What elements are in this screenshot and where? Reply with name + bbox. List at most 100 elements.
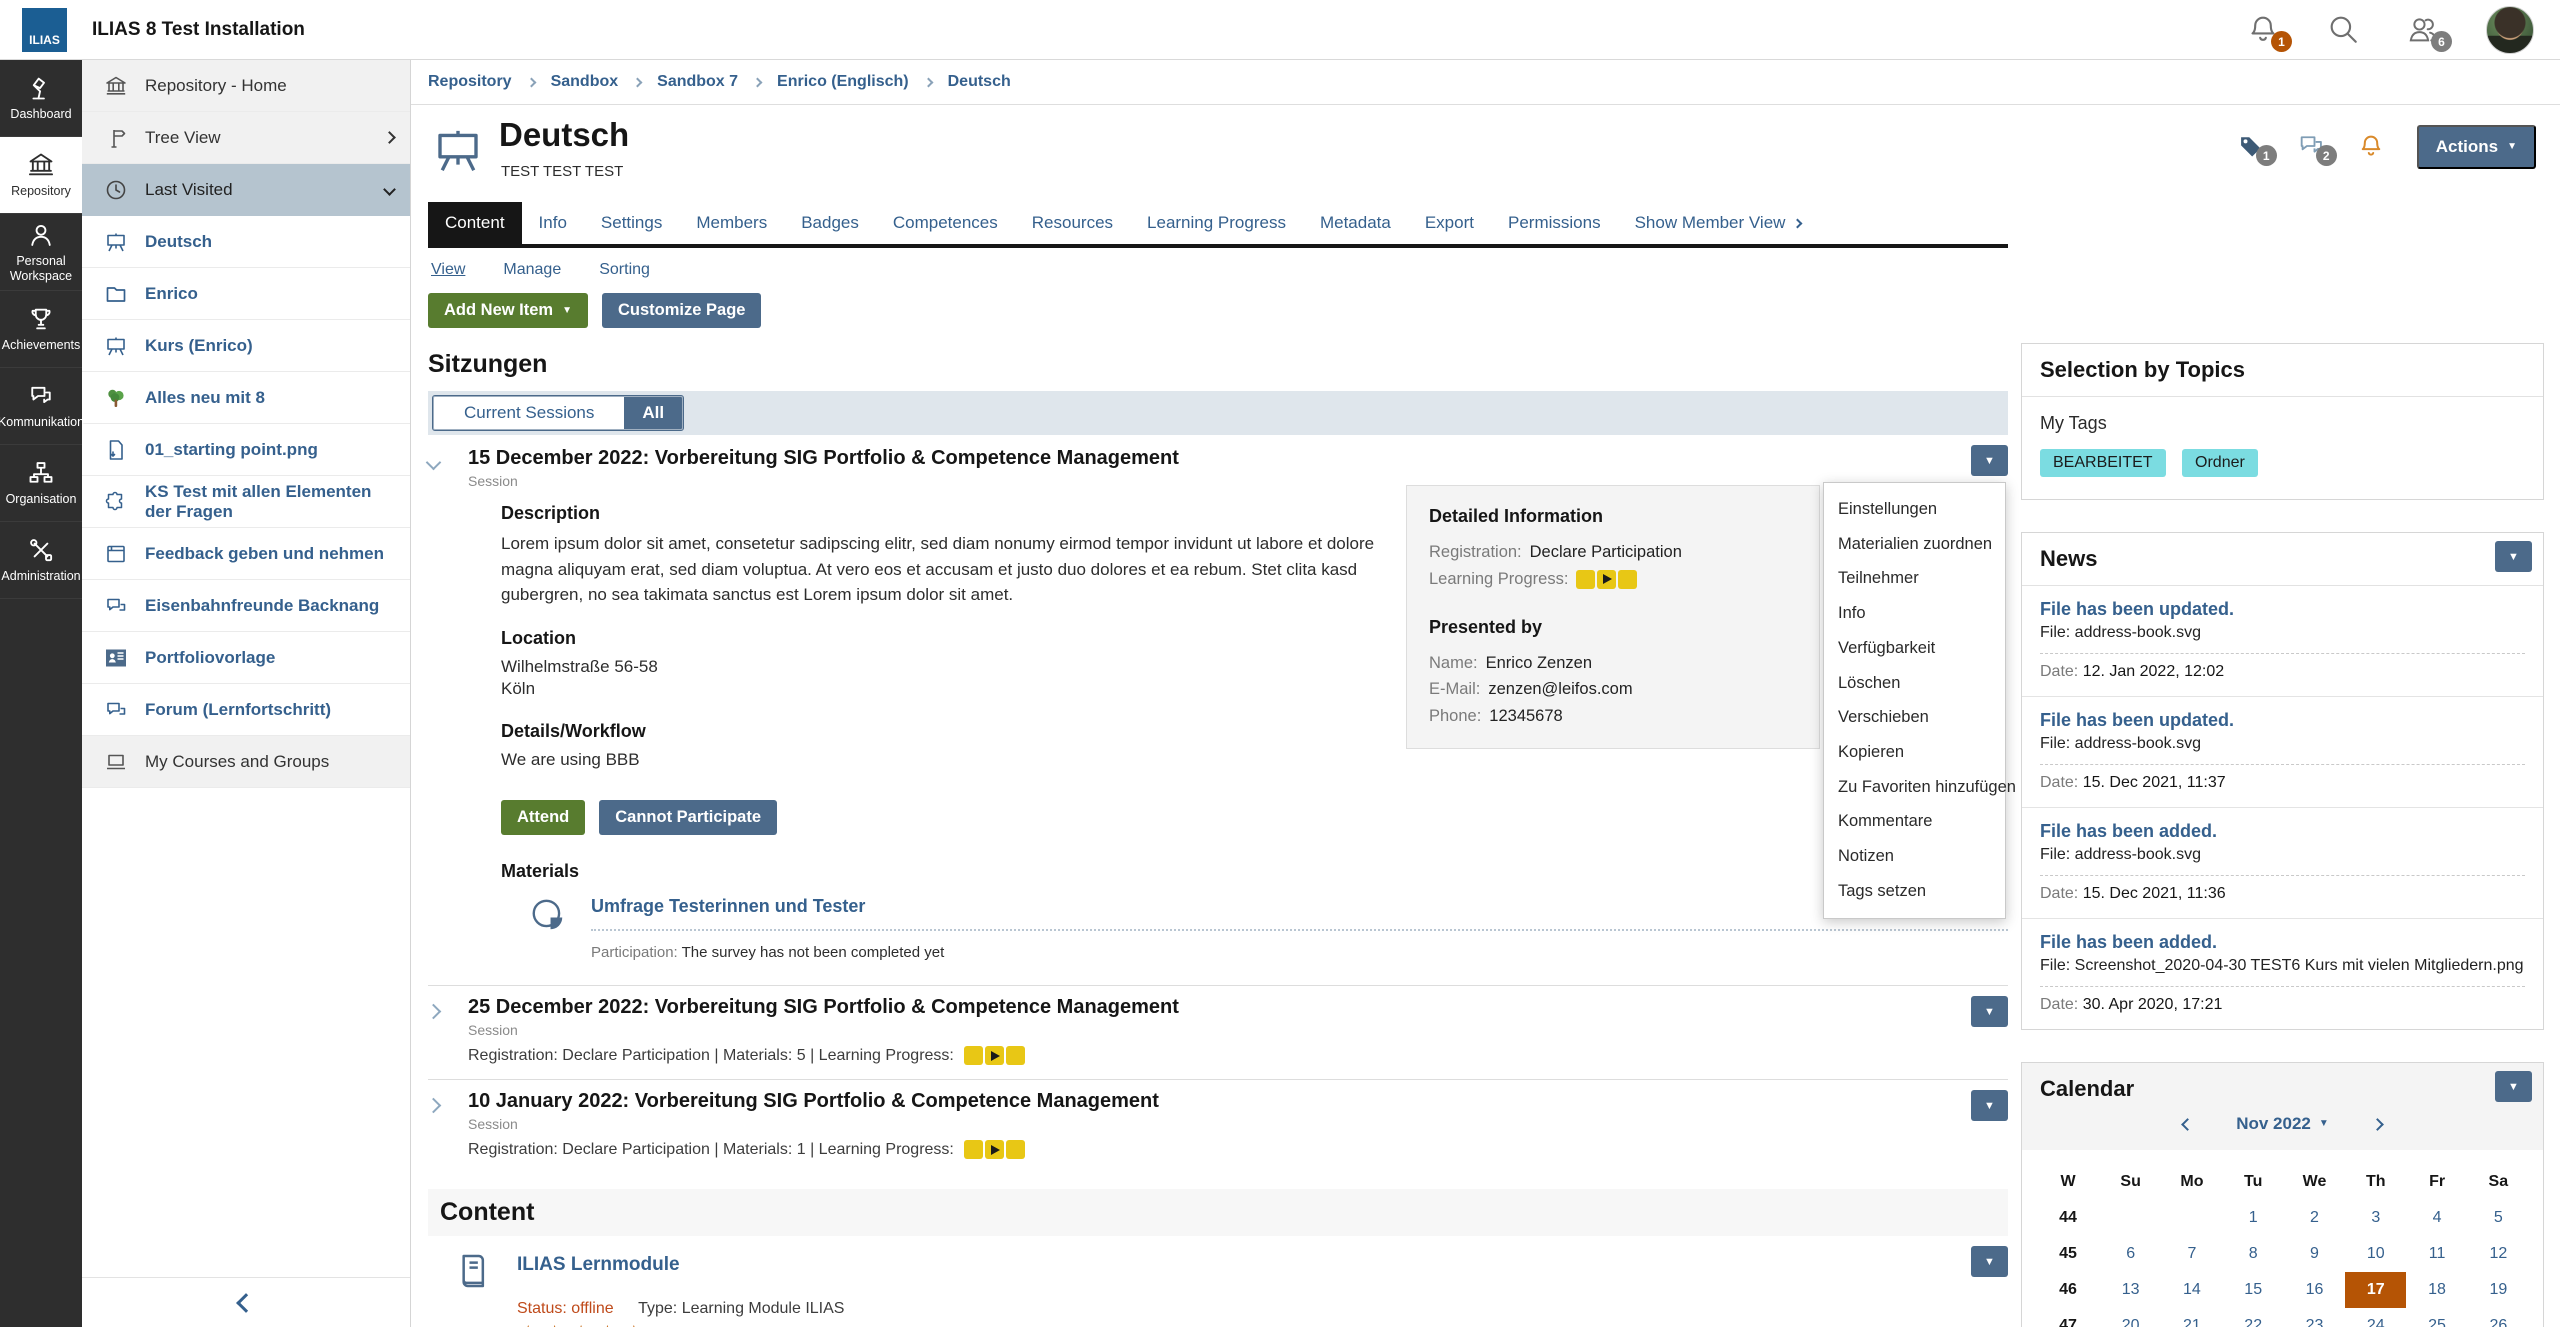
calendar-day[interactable]: 13 <box>2100 1272 2161 1308</box>
sidebar-item-last-visited[interactable]: Last Visited <box>82 164 410 216</box>
cannot-participate-button[interactable]: Cannot Participate <box>599 800 777 835</box>
calendar-day[interactable]: 16 <box>2284 1272 2345 1308</box>
menu-item-zu-favoriten[interactable]: Zu Favoriten hinzufügen <box>1824 770 2005 805</box>
menu-item-einstellungen[interactable]: Einstellungen <box>1824 492 2005 527</box>
calendar-day[interactable]: 3 <box>2345 1200 2406 1236</box>
calendar-day[interactable]: 24 <box>2345 1308 2406 1327</box>
calendar-day[interactable]: 20 <box>2100 1308 2161 1327</box>
customize-page-button[interactable]: Customize Page <box>602 293 761 328</box>
subtab-view[interactable]: View <box>431 261 465 279</box>
tab-show-member-view[interactable]: Show Member View <box>1618 202 1819 244</box>
content-item-link[interactable]: ILIAS Lernmodule <box>517 1254 680 1276</box>
calendar-day[interactable] <box>2161 1200 2222 1236</box>
ilias-logo[interactable]: ILIAS <box>22 8 67 52</box>
sidebar-item-alles-neu-mit-8[interactable]: Alles neu mit 8 <box>82 372 410 424</box>
subtab-sorting[interactable]: Sorting <box>599 261 650 279</box>
sidebar-collapse-button[interactable] <box>82 1277 410 1327</box>
sidebar-item-enrico[interactable]: Enrico <box>82 268 410 320</box>
calendar-day[interactable]: 1 <box>2223 1200 2284 1236</box>
menu-item-notizen[interactable]: Notizen <box>1824 839 2005 874</box>
tab-badges[interactable]: Badges <box>784 202 876 244</box>
breadcrumb-item[interactable]: Sandbox 7 <box>657 73 738 91</box>
calendar-day[interactable]: 4 <box>2406 1200 2467 1236</box>
calendar-day[interactable]: 25 <box>2406 1308 2467 1327</box>
calendar-day[interactable]: 22 <box>2223 1308 2284 1327</box>
actions-button[interactable]: Actions ▼ <box>2417 125 2536 169</box>
attend-button[interactable]: Attend <box>501 800 585 835</box>
expand-chevron-icon[interactable] <box>428 1098 440 1159</box>
expand-chevron-icon[interactable] <box>428 1004 440 1065</box>
tags-icon[interactable]: 1 <box>2237 132 2267 162</box>
calendar-dropdown-button[interactable]: ▼ <box>2495 1071 2532 1102</box>
month-picker[interactable]: Nov 2022 ▼ <box>2236 1114 2329 1134</box>
news-title-link[interactable]: File has been updated. <box>2040 710 2525 731</box>
breadcrumb-item[interactable]: Enrico (Englisch) <box>777 73 909 91</box>
rating-stars[interactable]: ☆☆☆☆☆ <box>517 1320 2008 1327</box>
filter-all[interactable]: All <box>624 397 682 429</box>
breadcrumb-item[interactable]: Repository <box>428 73 512 91</box>
subtab-manage[interactable]: Manage <box>503 261 561 279</box>
rail-item-achievements[interactable]: Achievements <box>0 291 82 368</box>
sidebar-item-deutsch[interactable]: Deutsch <box>82 216 410 268</box>
sidebar-item-forum-lernfortschritt[interactable]: Forum (Lernfortschritt) <box>82 684 410 736</box>
filter-current-sessions[interactable]: Current Sessions <box>434 397 624 429</box>
sidebar-item-ks-test[interactable]: KS Test mit allen Elementen der Fragen <box>82 476 410 528</box>
rail-item-administration[interactable]: Administration <box>0 522 82 599</box>
rail-item-repository[interactable]: Repository <box>0 137 82 214</box>
session-actions-dropdown-button[interactable]: ▼ <box>1971 1090 2008 1121</box>
rail-item-personal-workspace[interactable]: Personal Workspace <box>0 214 82 291</box>
news-title-link[interactable]: File has been added. <box>2040 932 2525 953</box>
calendar-day[interactable]: 14 <box>2161 1272 2222 1308</box>
session-actions-dropdown-button[interactable]: ▼ <box>1971 996 2008 1027</box>
previous-month-button[interactable] <box>2183 1114 2192 1134</box>
calendar-day[interactable]: 7 <box>2161 1236 2222 1272</box>
calendar-day-selected[interactable]: 17 <box>2345 1272 2406 1308</box>
sidebar-item-portfoliovorlage[interactable]: Portfoliovorlage <box>82 632 410 684</box>
tag-chip-bearbeitet[interactable]: BEARBEITET <box>2040 449 2166 477</box>
tab-metadata[interactable]: Metadata <box>1303 202 1408 244</box>
calendar-day[interactable]: 9 <box>2284 1236 2345 1272</box>
sidebar-item-starting-point-file[interactable]: 01_starting point.png <box>82 424 410 476</box>
breadcrumb-item[interactable]: Sandbox <box>551 73 619 91</box>
rail-item-kommunikation[interactable]: Kommunikation <box>0 368 82 445</box>
sidebar-item-repository-home[interactable]: Repository - Home <box>82 60 410 112</box>
calendar-day[interactable] <box>2100 1200 2161 1236</box>
notification-bell-icon[interactable] <box>2357 132 2387 162</box>
menu-item-info[interactable]: Info <box>1824 596 2005 631</box>
tab-permissions[interactable]: Permissions <box>1491 202 1618 244</box>
menu-item-verschieben[interactable]: Verschieben <box>1824 700 2005 735</box>
item-actions-dropdown-button[interactable]: ▼ <box>1971 1246 2008 1277</box>
notifications-bell-icon[interactable]: 1 <box>2246 12 2282 48</box>
news-dropdown-button[interactable]: ▼ <box>2495 541 2532 572</box>
sidebar-item-my-courses-and-groups[interactable]: My Courses and Groups <box>82 736 410 788</box>
calendar-day[interactable]: 19 <box>2468 1272 2529 1308</box>
menu-item-verfuegbarkeit[interactable]: Verfügbarkeit <box>1824 631 2005 666</box>
next-month-button[interactable] <box>2373 1114 2382 1134</box>
calendar-day[interactable]: 2 <box>2284 1200 2345 1236</box>
menu-item-materialien-zuordnen[interactable]: Materialien zuordnen <box>1824 527 2005 562</box>
news-title-link[interactable]: File has been added. <box>2040 821 2525 842</box>
tab-content[interactable]: Content <box>428 202 522 244</box>
sidebar-item-feedback[interactable]: Feedback geben und nehmen <box>82 528 410 580</box>
calendar-day[interactable]: 23 <box>2284 1308 2345 1327</box>
news-title-link[interactable]: File has been updated. <box>2040 599 2525 620</box>
menu-item-kopieren[interactable]: Kopieren <box>1824 735 2005 770</box>
rail-item-dashboard[interactable]: Dashboard <box>0 60 82 137</box>
search-icon[interactable] <box>2326 12 2362 48</box>
session-title-link[interactable]: 10 January 2022: Vorbereitung SIG Portfo… <box>468 1090 1159 1113</box>
menu-item-kommentare[interactable]: Kommentare <box>1824 804 2005 839</box>
calendar-day[interactable]: 6 <box>2100 1236 2161 1272</box>
menu-item-loeschen[interactable]: Löschen <box>1824 666 2005 701</box>
calendar-day[interactable]: 18 <box>2406 1272 2467 1308</box>
menu-item-teilnehmer[interactable]: Teilnehmer <box>1824 561 2005 596</box>
user-avatar[interactable] <box>2486 6 2534 54</box>
sidebar-item-tree-view[interactable]: Tree View <box>82 112 410 164</box>
online-users-icon[interactable]: 6 <box>2406 12 2442 48</box>
tab-resources[interactable]: Resources <box>1015 202 1130 244</box>
breadcrumb-item[interactable]: Deutsch <box>948 73 1011 91</box>
tab-learning-progress[interactable]: Learning Progress <box>1130 202 1303 244</box>
session-title-link[interactable]: 15 December 2022: Vorbereitung SIG Portf… <box>468 447 1179 470</box>
comments-icon[interactable]: 2 <box>2297 132 2327 162</box>
calendar-day[interactable]: 21 <box>2161 1308 2222 1327</box>
calendar-day[interactable]: 26 <box>2468 1308 2529 1327</box>
